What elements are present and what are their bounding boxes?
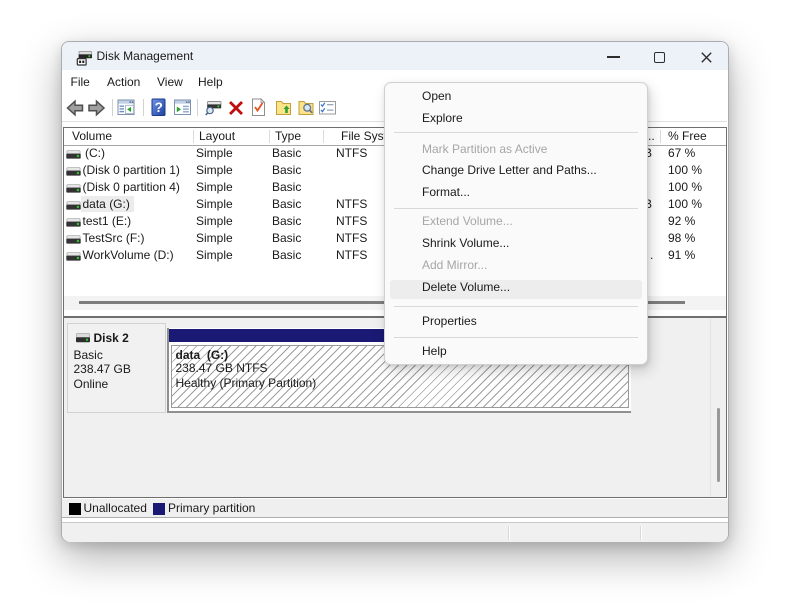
svg-text:?: ? [155, 100, 163, 115]
